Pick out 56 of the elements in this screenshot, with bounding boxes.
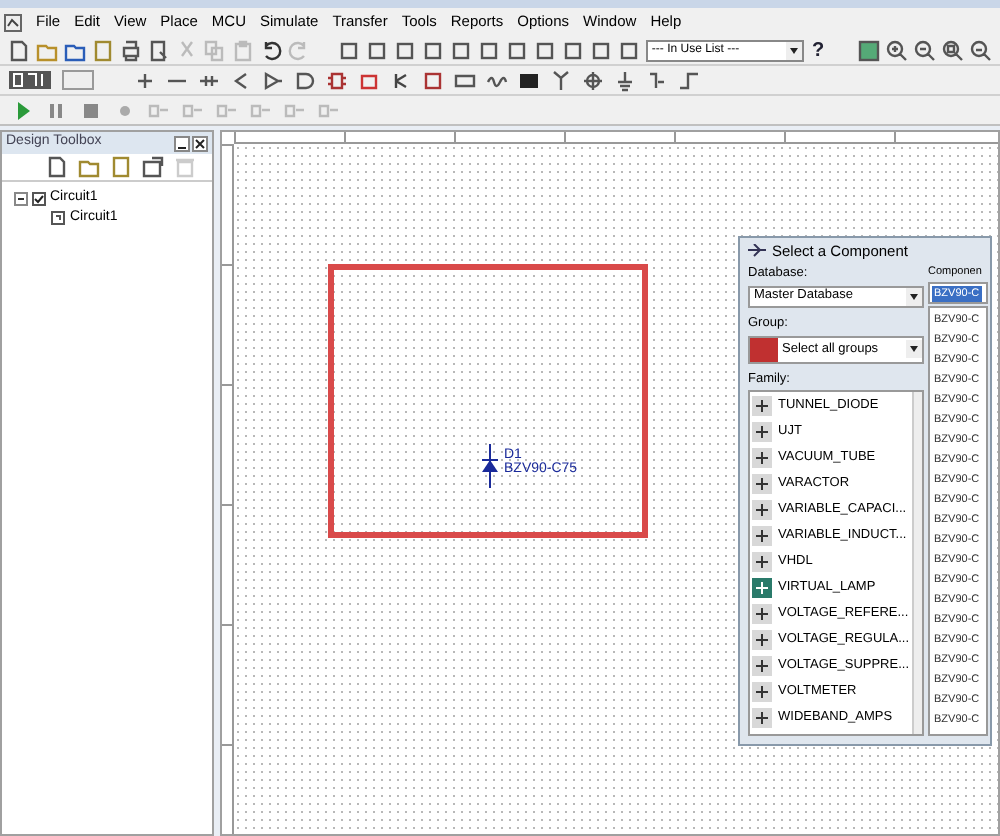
window-icon[interactable] [142,156,164,178]
sheet-icon[interactable] [858,39,880,61]
print-icon[interactable] [120,39,142,61]
close-icon[interactable] [192,135,208,151]
undo-icon[interactable] [260,39,282,61]
group-swatch-icon [750,337,778,361]
minimize-icon[interactable] [174,135,190,151]
print-preview-icon[interactable] [148,39,170,61]
collapse-icon[interactable] [14,191,28,205]
stop-icon[interactable] [80,99,102,121]
folder-icon[interactable] [64,39,86,61]
zoom-area-icon[interactable] [942,39,964,61]
plus-icon[interactable] [134,69,156,91]
family-icon [752,630,772,650]
circuit-page-icon [50,210,66,226]
pause-icon[interactable] [46,99,68,121]
scrollbar[interactable] [911,392,922,734]
family-icon [752,500,772,520]
family-icon [752,708,772,728]
less-than-icon[interactable] [230,69,252,91]
family-icon [752,552,772,572]
connector-icon[interactable] [454,69,476,91]
antenna-icon[interactable] [550,69,572,91]
ground-icon[interactable] [614,69,636,91]
help-button[interactable]: ? [810,35,827,65]
display-icon[interactable] [518,69,540,91]
circle-cross-icon[interactable] [582,69,604,91]
digital-display-icon[interactable] [8,70,52,90]
meter-icon[interactable] [358,69,380,91]
family-icon [752,526,772,546]
square-icon[interactable] [422,69,444,91]
checkbox-icon [32,191,46,205]
family-icon [752,604,772,624]
transistor-icon[interactable] [390,69,412,91]
new-file-icon[interactable] [46,156,68,178]
family-icon [752,682,772,702]
family-icon [752,656,772,676]
dropdown-arrow-icon[interactable] [906,287,922,306]
component-icon [748,244,766,258]
dropdown-arrow-icon[interactable] [786,41,803,59]
family-icon [752,448,772,468]
dropdown-arrow-icon[interactable] [906,340,922,358]
triangle-icon[interactable] [262,69,284,91]
chip-icon[interactable] [326,69,348,91]
new-file-icon[interactable] [8,39,30,61]
bus-icon[interactable] [646,69,668,91]
family-icon [752,422,772,442]
open-folder-icon[interactable] [78,156,100,178]
family-icon [752,474,772,494]
zoom-out-icon[interactable] [914,39,936,61]
zoom-fit-icon[interactable] [970,39,992,61]
family-icon [752,396,772,416]
zoom-in-icon[interactable] [886,39,908,61]
step-wave-icon[interactable] [678,69,700,91]
diode-symbol [480,444,500,488]
gate-icon[interactable] [294,69,316,91]
